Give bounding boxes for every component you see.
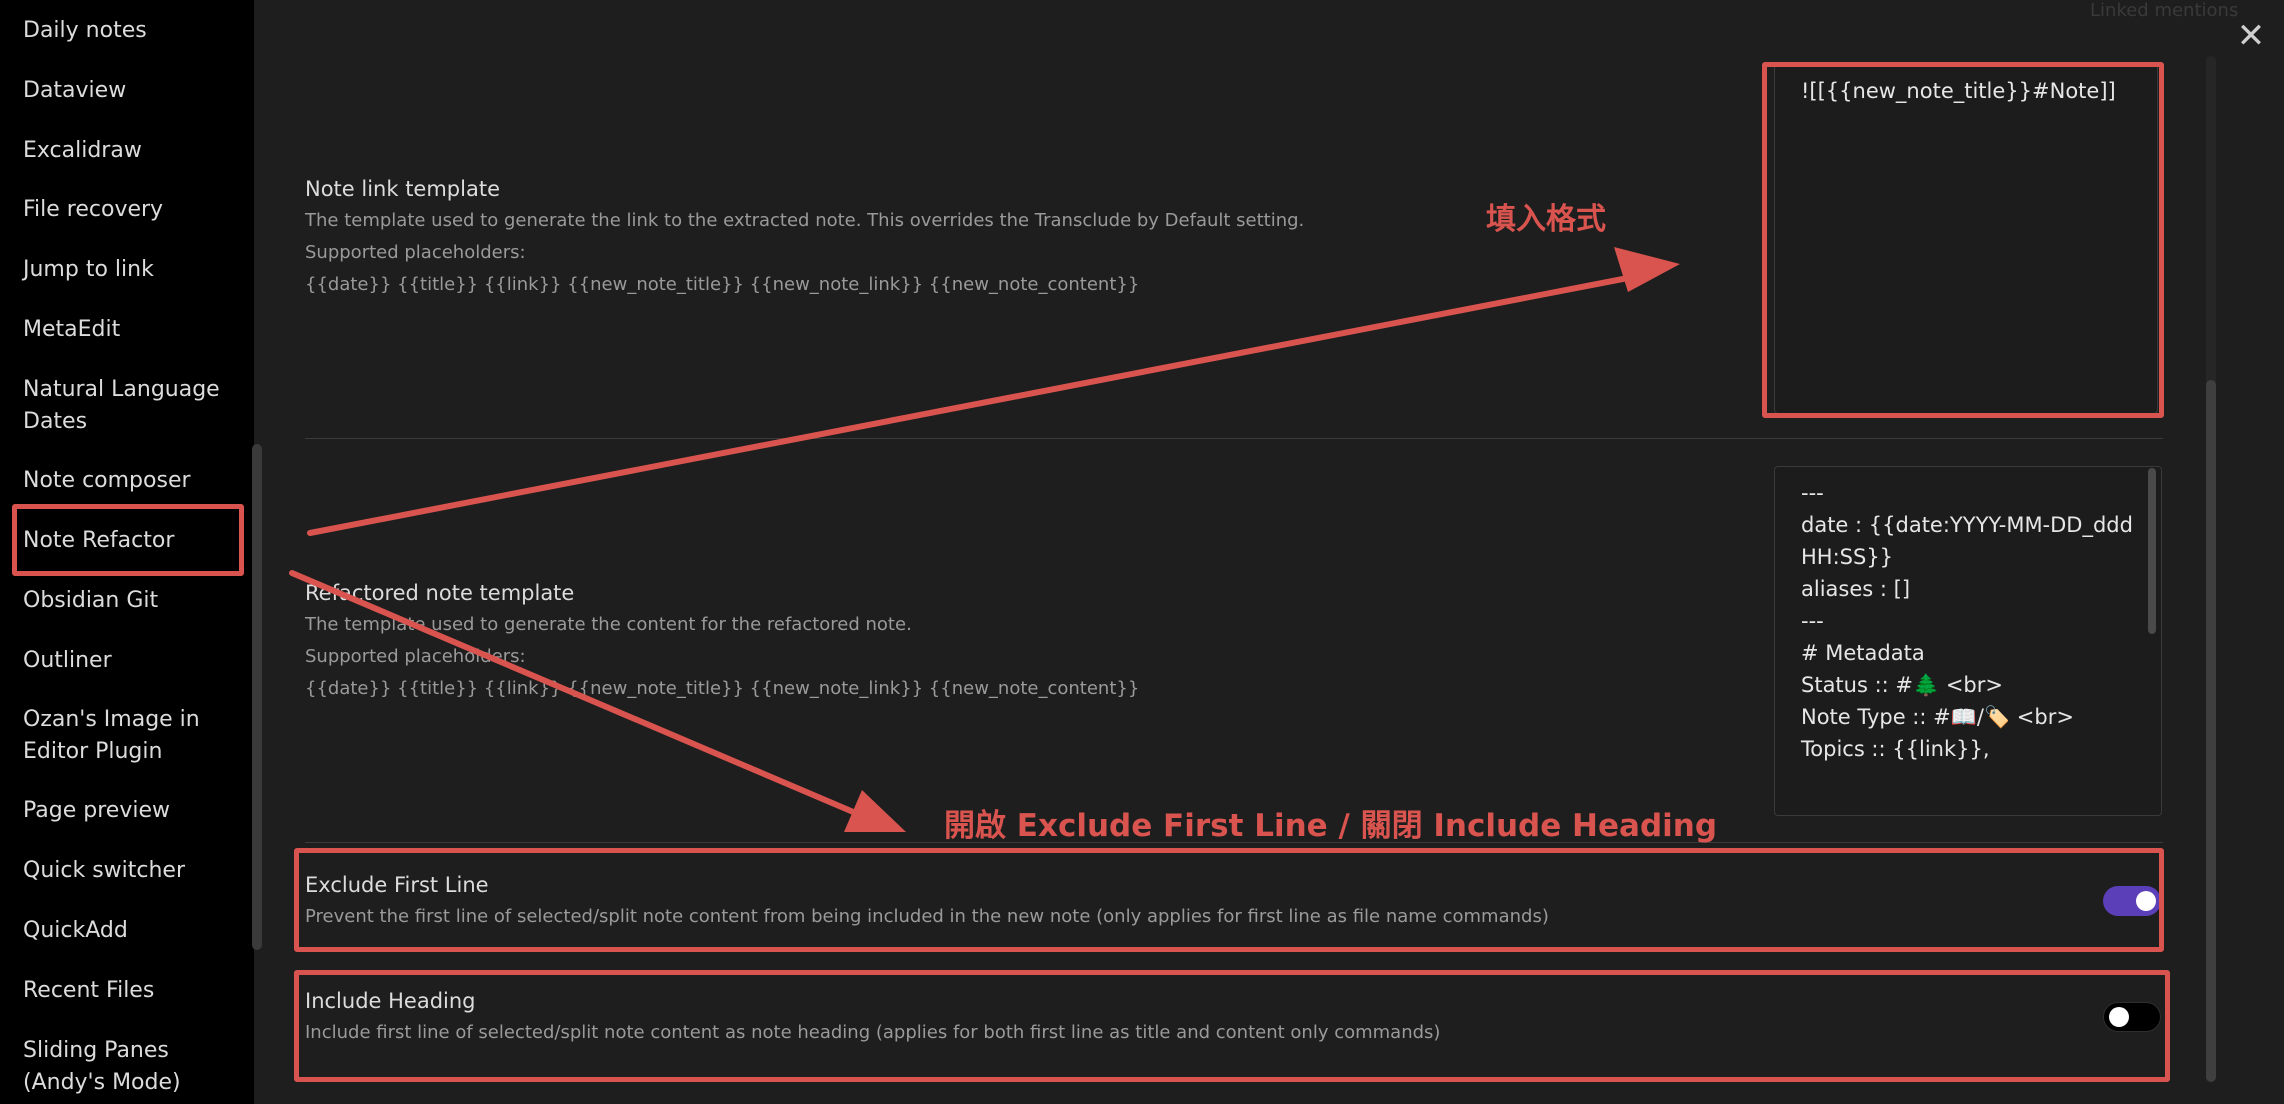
template-input-scrollbar[interactable] <box>2148 468 2156 634</box>
close-icon[interactable]: ✕ <box>2236 18 2266 54</box>
sidebar-item-note-refactor[interactable]: Note Refactor <box>23 525 243 557</box>
setting-divider <box>305 438 2163 439</box>
toggle-knob <box>2109 1007 2129 1027</box>
sidebar-item-excalidraw[interactable]: Excalidraw <box>23 135 243 167</box>
setting-placeholders-label: Supported placeholders: <box>305 646 526 667</box>
setting-placeholders-list: {{date}} {{title}} {{link}} {{new_note_t… <box>305 274 1140 295</box>
sidebar-item-sliding-panes[interactable]: Sliding Panes (Andy's Mode) <box>23 1035 223 1099</box>
sidebar-item-page-preview[interactable]: Page preview <box>23 795 243 827</box>
sidebar-item-dataview[interactable]: Dataview <box>23 75 243 107</box>
note-link-template-input[interactable]: ![[{{new_note_title}}#Note]] <box>1774 64 2158 414</box>
sidebar-scrollbar[interactable] <box>252 444 262 950</box>
setting-name-include-heading: Include Heading <box>305 989 476 1013</box>
sidebar-item-recent-files[interactable]: Recent Files <box>23 975 243 1007</box>
refactored-note-template-input[interactable]: --- date : {{date:YYYY-MM-DD_ddd HH:SS}}… <box>1774 466 2162 816</box>
setting-name-refactored-note-template: Refactored note template <box>305 581 575 605</box>
sidebar-item-quickadd[interactable]: QuickAdd <box>23 915 243 947</box>
sidebar-item-outliner[interactable]: Outliner <box>23 645 243 677</box>
setting-name-note-link-template: Note link template <box>305 177 500 201</box>
annotation-toggle-instruction: 開啟 Exclude First Line / 關閉 Include Headi… <box>944 808 1718 844</box>
sidebar-item-obsidian-git[interactable]: Obsidian Git <box>23 585 243 617</box>
plugin-sidebar: Daily notes Dataview Excalidraw File rec… <box>0 0 254 1104</box>
setting-name-exclude-first-line: Exclude First Line <box>305 873 489 897</box>
sidebar-item-note-composer[interactable]: Note composer <box>23 465 243 497</box>
setting-desc-include-heading: Include first line of selected/split not… <box>305 1022 1441 1043</box>
annotation-fill-format: 填入格式 <box>1486 202 1606 237</box>
setting-desc-note-link-template: The template used to generate the link t… <box>305 210 1305 231</box>
include-heading-toggle[interactable] <box>2103 1002 2161 1032</box>
sidebar-item-daily-notes[interactable]: Daily notes <box>23 15 243 47</box>
setting-placeholders-label: Supported placeholders: <box>305 242 526 263</box>
sidebar-item-metaedit[interactable]: MetaEdit <box>23 314 243 346</box>
exclude-first-line-toggle[interactable] <box>2103 886 2161 916</box>
settings-scrollbar[interactable] <box>2206 380 2216 1082</box>
setting-desc-refactored-note-template: The template used to generate the conten… <box>305 614 912 635</box>
toggle-knob <box>2136 891 2156 911</box>
sidebar-item-ozans-image-plugin[interactable]: Ozan's Image in Editor Plugin <box>23 704 233 768</box>
sidebar-item-natural-language-dates[interactable]: Natural Language Dates <box>23 374 223 438</box>
sidebar-item-quick-switcher[interactable]: Quick switcher <box>23 855 243 887</box>
sidebar-item-jump-to-link[interactable]: Jump to link <box>23 254 243 286</box>
sidebar-item-file-recovery[interactable]: File recovery <box>23 194 243 226</box>
setting-placeholders-list: {{date}} {{title}} {{link}} {{new_note_t… <box>305 678 1140 699</box>
setting-desc-exclude-first-line: Prevent the first line of selected/split… <box>305 906 1549 927</box>
faded-header-text: Linked mentions <box>2090 0 2239 21</box>
